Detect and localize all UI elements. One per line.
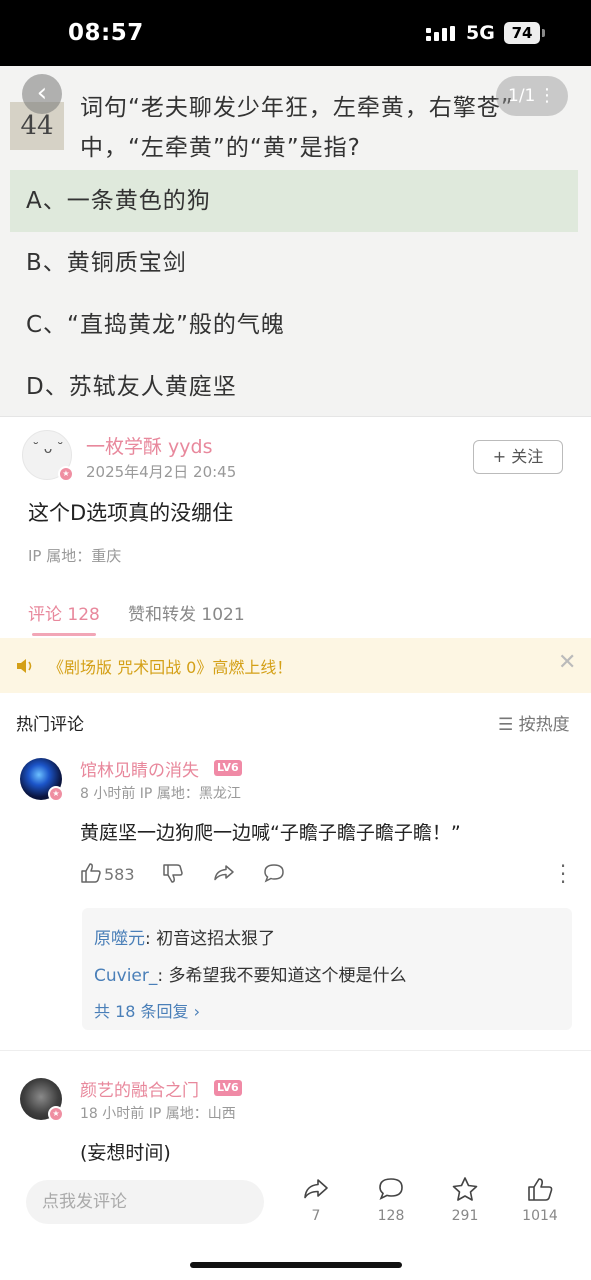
comment-count: 128 bbox=[377, 1208, 405, 1224]
reply-count-label: 共 18 条回复 bbox=[94, 1002, 189, 1021]
level-badge: LV6 bbox=[214, 1080, 242, 1096]
favorite-count: 291 bbox=[451, 1208, 479, 1224]
option-c: C、“直捣黄龙”般的气魄 bbox=[26, 312, 285, 338]
share-icon bbox=[214, 865, 234, 881]
comment-bubble-icon bbox=[264, 864, 284, 883]
tab-comments[interactable]: 评论 128 bbox=[28, 600, 100, 625]
chevron-left-icon: ‹ bbox=[36, 78, 48, 108]
verified-badge-icon: ★ bbox=[58, 466, 74, 482]
option-b: B、黄铜质宝剑 bbox=[26, 250, 187, 276]
level-badge: LV6 bbox=[214, 760, 242, 776]
share-button[interactable] bbox=[212, 862, 238, 888]
comment-meta: 18 小时前 IP 属地：山西 bbox=[80, 1106, 236, 1122]
like-count: 1014 bbox=[522, 1208, 558, 1224]
comment-text: (妄想时间) bbox=[80, 1142, 171, 1164]
share-icon bbox=[304, 1179, 328, 1199]
option-d: D、苏轼友人黄庭坚 bbox=[26, 374, 237, 400]
comment-author-name[interactable]: 馆林见睛の消失 bbox=[80, 756, 199, 781]
like-count: 583 bbox=[104, 865, 135, 884]
status-time: 08:57 bbox=[68, 20, 144, 46]
speaker-icon bbox=[17, 659, 32, 673]
sort-by-heat-button[interactable]: ☰ 按热度 bbox=[498, 710, 570, 735]
reply-preview[interactable]: 原噬元: 初音这招太狠了 Cuvier_: 多希望我不要知道这个梗是什么 共 1… bbox=[82, 908, 572, 1030]
divider bbox=[0, 416, 591, 417]
post-text: 这个D选项真的没绷住 bbox=[28, 501, 234, 525]
quiz-image[interactable]: 44 词句“老夫聊发少年狂，左牵黄，右擎苍” 中，“左牵黄”的“黄”是指? ‹ … bbox=[0, 66, 591, 416]
repost-count: 7 bbox=[311, 1208, 321, 1224]
announcement-bar[interactable]: 《剧场版 咒术回战 0》高燃上线！ ✕ bbox=[0, 638, 591, 693]
reply-author[interactable]: Cuvier_ bbox=[94, 966, 157, 986]
announcement-text: 《剧场版 咒术回战 0》高燃上线！ bbox=[48, 658, 293, 677]
image-page-indicator[interactable]: 1/1 ⋮ bbox=[496, 76, 568, 116]
battery-icon: 74 bbox=[504, 22, 540, 44]
dislike-button[interactable] bbox=[162, 862, 186, 888]
comment-bubble-icon bbox=[379, 1178, 403, 1201]
sort-label: 按热度 bbox=[518, 715, 570, 735]
comment-input[interactable]: 点我发评论 bbox=[26, 1180, 264, 1224]
follow-button[interactable]: + 关注 bbox=[473, 440, 563, 474]
reply-colon: : bbox=[157, 966, 169, 986]
close-icon[interactable]: ✕ bbox=[558, 650, 576, 675]
post-author-name[interactable]: 一枚学酥 yyds bbox=[86, 432, 213, 459]
reply-item: Cuvier_: 多希望我不要知道这个梗是什么 bbox=[94, 961, 407, 986]
thumbs-up-icon bbox=[528, 1178, 553, 1201]
reply-colon: : bbox=[145, 929, 157, 949]
sort-icon: ☰ bbox=[498, 715, 519, 735]
divider bbox=[0, 1050, 591, 1051]
comment-button[interactable]: 128 bbox=[361, 1176, 421, 1224]
active-tab-indicator bbox=[32, 633, 96, 636]
reply-item: 原噬元: 初音这招太狠了 bbox=[94, 924, 275, 949]
favorite-button[interactable]: 291 bbox=[435, 1176, 495, 1224]
star-icon bbox=[452, 1177, 478, 1201]
signal-icon bbox=[426, 26, 458, 44]
reply-button[interactable] bbox=[262, 862, 288, 888]
home-indicator[interactable] bbox=[190, 1262, 402, 1268]
thumbs-down-icon bbox=[163, 864, 183, 883]
page-indicator-label: 1/1 bbox=[508, 86, 536, 106]
hot-comments-title: 热门评论 bbox=[16, 715, 84, 735]
status-bar: 08:57 5G 74 bbox=[0, 0, 591, 66]
reply-author[interactable]: 原噬元 bbox=[94, 929, 145, 949]
battery-tip bbox=[542, 29, 545, 37]
post-ip-location: IP 属地：重庆 bbox=[28, 547, 122, 565]
reply-text: 多希望我不要知道这个梗是什么 bbox=[168, 966, 407, 986]
post-date: 2025年4月2日 20:45 bbox=[86, 463, 237, 481]
more-options-icon[interactable]: · · · bbox=[558, 856, 568, 892]
reply-text: 初音这招太狠了 bbox=[156, 929, 276, 949]
chevron-right-icon: › bbox=[193, 1002, 201, 1021]
comment-text: 黄庭坚一边狗爬一边喊“子瞻子瞻子瞻子瞻！” bbox=[80, 822, 461, 844]
tab-likes-reposts[interactable]: 赞和转发 1021 bbox=[128, 600, 245, 625]
repost-button[interactable]: 7 bbox=[286, 1176, 346, 1224]
thumbs-up-icon bbox=[81, 863, 101, 883]
comment-author-name[interactable]: 颜艺的融合之门 bbox=[80, 1076, 199, 1101]
back-button[interactable]: ‹ bbox=[22, 74, 62, 114]
verified-badge-icon: ★ bbox=[48, 1106, 64, 1122]
network-type: 5G bbox=[466, 22, 495, 44]
verified-badge-icon: ★ bbox=[48, 786, 64, 802]
avatar-face-icon: ˘ ᴗ ˘ bbox=[32, 441, 64, 457]
view-all-replies-link[interactable]: 共 18 条回复 › bbox=[94, 998, 200, 1022]
more-dots-icon: ⋮ bbox=[538, 85, 556, 106]
question-line-2: 中，“左牵黄”的“黄”是指? bbox=[80, 135, 361, 161]
option-a: A、一条黄色的狗 bbox=[10, 170, 578, 232]
like-button[interactable]: 1014 bbox=[510, 1176, 570, 1224]
like-button[interactable]: 583 bbox=[80, 862, 160, 888]
comment-meta: 8 小时前 IP 属地：黑龙江 bbox=[80, 786, 241, 802]
